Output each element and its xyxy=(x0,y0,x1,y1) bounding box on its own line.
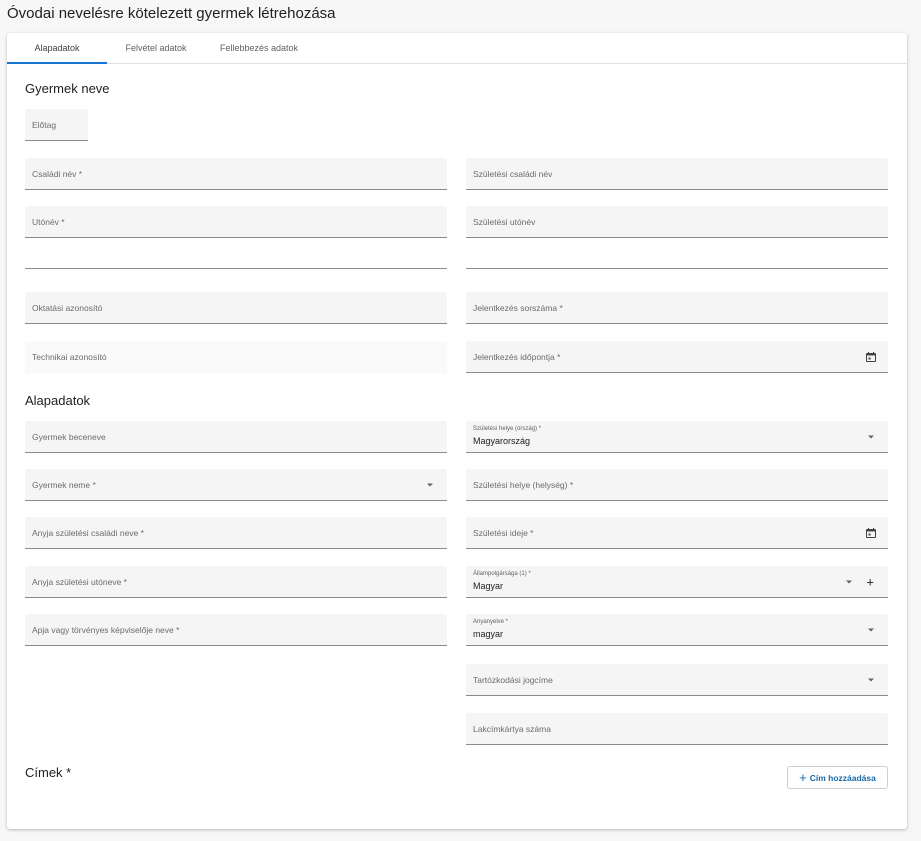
mother-given-name-label: Anyja születési utóneve * xyxy=(32,576,127,587)
birth-country-label: Születési helye (ország) * xyxy=(473,426,542,432)
residence-title-select[interactable]: Tartózkodási jogcíme xyxy=(466,664,888,696)
father-name-field[interactable]: Apja vagy törvényes képviselője neve * xyxy=(25,614,447,646)
tab-alapadatok[interactable]: Alapadatok xyxy=(7,33,107,64)
dropdown-arrow-icon[interactable] xyxy=(868,435,874,438)
dropdown-arrow-icon[interactable] xyxy=(846,580,852,583)
tab-bar: Alapadatok Felvétel adatok Fellebbezés a… xyxy=(7,33,907,64)
tab-fellebbezes-adatok[interactable]: Fellebbezés adatok xyxy=(213,33,305,64)
application-no-label: Jelentkezés sorszáma * xyxy=(473,302,563,313)
prefix-label: Előtag xyxy=(32,119,57,130)
form-card: Alapadatok Felvétel adatok Fellebbezés a… xyxy=(7,33,907,829)
mother-tongue-select[interactable]: Anyanyelve * magyar xyxy=(466,614,888,646)
birth-place-label: Születési helye (helység) * xyxy=(473,479,574,490)
residence-title-label: Tartózkodási jogcíme xyxy=(473,674,553,685)
mother-family-name-label: Anyja születési családi neve * xyxy=(32,527,144,538)
family-name-label: Családi név * xyxy=(32,168,83,179)
birth-given-name-field[interactable]: Születési utónév xyxy=(466,206,888,238)
page-title: Óvodai nevelésre kötelezett gyermek létr… xyxy=(7,5,336,22)
birth-date-field[interactable]: Születési ideje * xyxy=(466,517,888,549)
birth-date-label: Születési ideje * xyxy=(473,527,534,538)
add-citizenship-icon[interactable]: + xyxy=(866,575,874,588)
add-address-label: Cím hozzáadása xyxy=(809,772,876,783)
edu-id-field[interactable]: Oktatási azonosító xyxy=(25,292,447,324)
birth-country-select[interactable]: Születési helye (ország) * Magyarország xyxy=(466,421,888,453)
add-address-button[interactable]: + Cím hozzáadása xyxy=(787,766,888,789)
birth-family-name-field[interactable]: Születési családi név xyxy=(466,158,888,190)
gender-select[interactable]: Gyermek neme * xyxy=(25,469,447,501)
nickname-field[interactable]: Gyermek beceneve xyxy=(25,421,447,453)
prefix-field[interactable]: Előtag xyxy=(25,109,88,141)
birth-place-field[interactable]: Születési helye (helység) * xyxy=(466,469,888,501)
extra-given-name-field[interactable] xyxy=(25,254,447,269)
nickname-label: Gyermek beceneve xyxy=(32,431,106,442)
application-no-field[interactable]: Jelentkezés sorszáma * xyxy=(466,292,888,324)
tab-felvetel-adatok[interactable]: Felvétel adatok xyxy=(114,33,198,64)
application-time-label: Jelentkezés időpontja * xyxy=(473,351,561,362)
edu-id-label: Oktatási azonosító xyxy=(32,302,103,313)
given-name-field[interactable]: Utónév * xyxy=(25,206,447,238)
calendar-icon[interactable] xyxy=(866,351,876,362)
section-title-addresses: Címek * xyxy=(25,765,72,780)
dropdown-arrow-icon[interactable] xyxy=(868,678,874,681)
mother-family-name-field[interactable]: Anyja születési családi neve * xyxy=(25,517,447,549)
citizenship-value: Magyar xyxy=(473,581,504,591)
section-title-name: Gyermek neve xyxy=(25,81,110,96)
father-name-label: Apja vagy törvényes képviselője neve * xyxy=(32,624,180,635)
birth-family-name-label: Születési családi név xyxy=(473,168,553,179)
extra-birth-given-name-field[interactable] xyxy=(466,254,888,269)
mother-given-name-field[interactable]: Anyja születési utóneve * xyxy=(25,566,447,598)
technical-id-field: Technikai azonosító xyxy=(25,341,447,373)
family-name-field[interactable]: Családi név * xyxy=(25,158,447,190)
calendar-icon[interactable] xyxy=(866,527,876,538)
given-name-label: Utónév * xyxy=(32,216,65,227)
dropdown-arrow-icon[interactable] xyxy=(427,483,433,486)
application-time-field[interactable]: Jelentkezés időpontja * xyxy=(466,341,888,373)
citizenship-label: Állampolgársága (1) * xyxy=(473,571,531,577)
birth-country-value: Magyarország xyxy=(473,436,531,446)
dropdown-arrow-icon[interactable] xyxy=(868,628,874,631)
mother-tongue-value: magyar xyxy=(473,629,504,639)
address-card-no-label: Lakcímkártya száma xyxy=(473,723,551,734)
birth-given-name-label: Születési utónév xyxy=(473,216,536,227)
mother-tongue-label: Anyanyelve * xyxy=(473,619,509,625)
gender-label: Gyermek neme * xyxy=(32,479,96,490)
citizenship-select[interactable]: Állampolgársága (1) * Magyar + xyxy=(466,566,888,598)
plus-icon: + xyxy=(799,769,807,785)
section-title-basic: Alapadatok xyxy=(25,393,91,408)
technical-id-label: Technikai azonosító xyxy=(32,352,107,362)
address-card-no-field[interactable]: Lakcímkártya száma xyxy=(466,713,888,745)
